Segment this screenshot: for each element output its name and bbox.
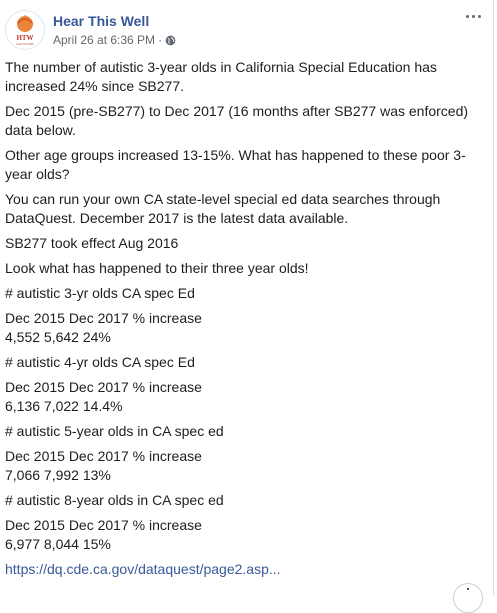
post-timestamp[interactable]: April 26 at 6:36 PM — [53, 33, 155, 47]
data-table-values: 4,552 5,642 24% — [5, 329, 111, 345]
facebook-post: HTW Hear This Well Hear This Well April … — [0, 0, 494, 613]
globe-icon[interactable] — [165, 35, 176, 46]
data-table-header: Dec 2015 Dec 2017 % increase — [5, 448, 202, 464]
data-table: Dec 2015 Dec 2017 % increase 7,066 7,992 … — [5, 447, 480, 485]
overflow-menu-button[interactable] — [453, 583, 483, 613]
post-paragraph: The number of autistic 3-year olds in Ca… — [5, 59, 437, 94]
data-table-header: Dec 2015 Dec 2017 % increase — [5, 310, 202, 326]
data-table-header: Dec 2015 Dec 2017 % increase — [5, 517, 202, 533]
page-avatar[interactable]: HTW Hear This Well — [5, 10, 45, 50]
avatar-tagline: Hear This Well — [17, 42, 34, 46]
post-content: The number of autistic 3-year olds in Ca… — [5, 58, 480, 585]
meta-separator: · — [158, 33, 163, 47]
post-paragraph: Look what has happened to their three ye… — [5, 260, 309, 276]
data-table-values: 6,136 7,022 14.4% — [5, 398, 123, 414]
post-paragraph: Other age groups increased 13-15%. What … — [5, 147, 466, 182]
data-table: Dec 2015 Dec 2017 % increase 4,552 5,642 … — [5, 309, 480, 347]
data-table: Dec 2015 Dec 2017 % increase 6,136 7,022 … — [5, 378, 480, 416]
data-table-values: 7,066 7,992 13% — [5, 467, 111, 483]
data-table-values: 6,977 8,044 15% — [5, 536, 111, 552]
data-table-header: Dec 2015 Dec 2017 % increase — [5, 379, 202, 395]
post-header: HTW Hear This Well Hear This Well April … — [0, 0, 494, 60]
data-table-title: # autistic 4-yr olds CA spec Ed — [5, 354, 195, 370]
data-table: Dec 2015 Dec 2017 % increase 6,977 8,044 … — [5, 516, 480, 554]
avatar-logo-text: HTW — [16, 34, 33, 42]
htw-logo-icon: HTW Hear This Well — [7, 12, 43, 48]
data-table-title: # autistic 5-year olds in CA spec ed — [5, 423, 224, 439]
data-table-title: # autistic 8-year olds in CA spec ed — [5, 492, 224, 508]
dataquest-link[interactable]: https://dq.cde.ca.gov/dataquest/page2.as… — [5, 561, 281, 577]
data-table-title: # autistic 3-yr olds CA spec Ed — [5, 285, 195, 301]
page-name-link[interactable]: Hear This Well — [53, 13, 149, 29]
more-options-icon[interactable] — [464, 12, 482, 22]
post-paragraph: Dec 2015 (pre-SB277) to Dec 2017 (16 mon… — [5, 103, 469, 138]
post-paragraph: SB277 took effect Aug 2016 — [5, 235, 179, 251]
post-meta: April 26 at 6:36 PM · — [53, 33, 176, 47]
post-paragraph: You can run your own CA state-level spec… — [5, 191, 441, 226]
